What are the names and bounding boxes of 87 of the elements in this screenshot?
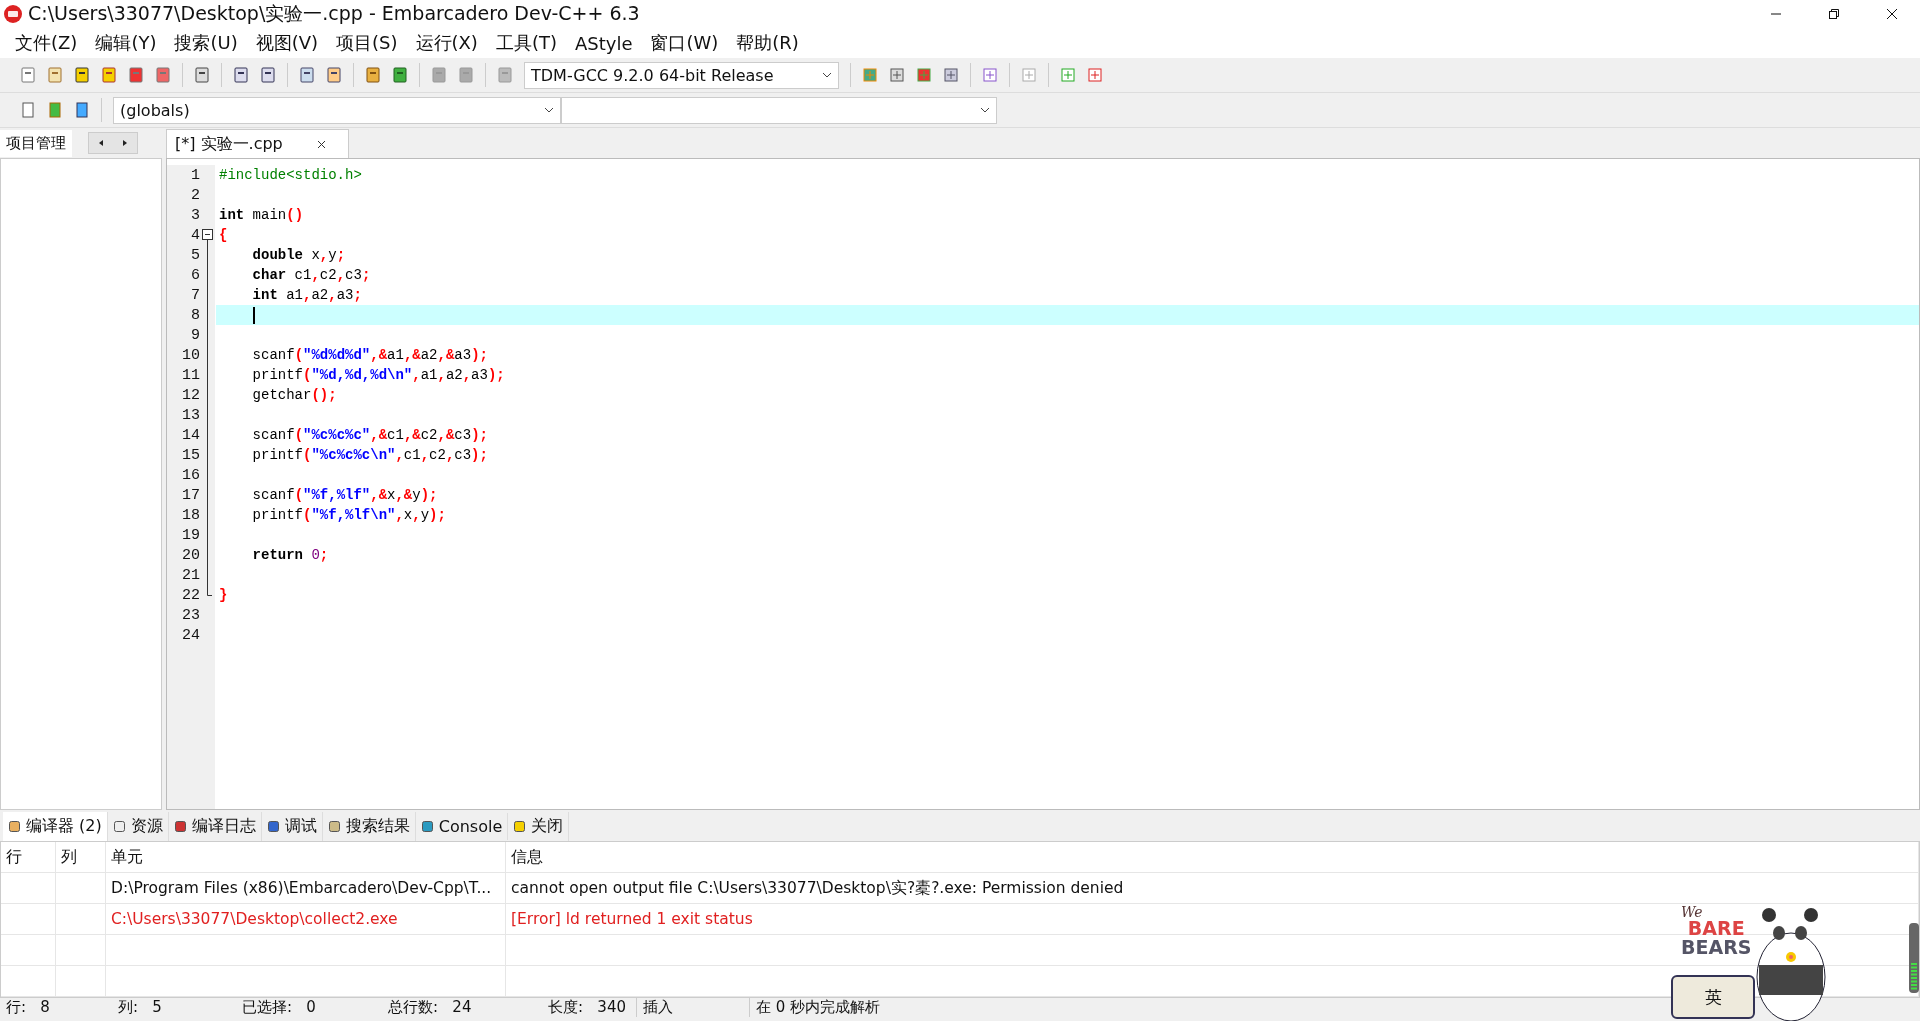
status-item: 已选择: 0 (241, 997, 317, 1017)
line-number: 19 (182, 526, 200, 544)
menu-item[interactable]: 窗口(W) (641, 31, 728, 55)
compiler-select[interactable]: TDM-GCC 9.2.0 64-bit Release (524, 61, 839, 89)
code-line: scanf("%c%c%c",&c1,&c2,&c3); (251, 427, 488, 443)
output-tab[interactable]: Console (415, 813, 509, 840)
chevron-down-icon (822, 72, 832, 78)
line-number: 17 (182, 486, 200, 504)
line-number: 3 (191, 206, 200, 224)
status-item: 长度: 340 (547, 997, 627, 1017)
app-logo-icon (4, 5, 22, 23)
menu-item[interactable]: 视图(V) (246, 31, 328, 55)
scroll-right-icon[interactable] (121, 139, 129, 147)
code-line: scanf("%f,%lf",&x,&y); (251, 487, 438, 503)
status-item: 插入 (636, 997, 750, 1017)
code-line: { (219, 227, 228, 243)
line-number: 18 (182, 506, 200, 524)
code-line: char c1,c2,c3; (251, 267, 371, 283)
line-number: 5 (191, 246, 200, 264)
code-line: printf("%f,%lf\n",x,y); (251, 507, 446, 523)
code-line: #include<stdio.h> (219, 167, 362, 183)
column-header[interactable]: 列 (56, 842, 106, 872)
logo-text: BEARS (1681, 938, 1752, 957)
column-header[interactable]: 行 (1, 842, 56, 872)
output-tab[interactable]: 编译器 (2) (3, 812, 108, 841)
chevron-down-icon (980, 107, 990, 113)
window-title: C:\Users\33077\Desktop\实验一.cpp - Embarcadero Dev-C++ 6.3 (28, 1, 641, 26)
restore-icon[interactable] (1828, 8, 1840, 20)
chevron-down-icon (544, 107, 554, 113)
code-line: printf("%d,%d,%d\n",a1,a2,a3); (251, 367, 505, 383)
volume-meter-drawing (1909, 923, 1919, 993)
line-number: 21 (182, 566, 200, 584)
code-line: double x,y; (251, 247, 346, 263)
line-number: 8 (191, 306, 200, 324)
status-item: 总行数: 24 (387, 997, 473, 1017)
code-line: int main() (219, 207, 304, 223)
line-number: 4 (191, 226, 200, 244)
line-number: 15 (182, 446, 200, 464)
input-mode-panel[interactable]: 英 (1671, 975, 1755, 1019)
line-number: 2 (191, 186, 200, 204)
menu-item[interactable]: 工具(T) (486, 31, 566, 55)
code-line: printf("%c%c%c\n",c1,c2,c3); (251, 447, 488, 463)
input-mode-label[interactable]: 英 (1704, 985, 1722, 1009)
class-select[interactable]: (globals) (113, 96, 561, 124)
line-number: 13 (182, 406, 200, 424)
table-cell: cannot open output file C:\Users\33077\Desktop\实?橐?.exe: Permission denied (506, 873, 1919, 903)
column-header[interactable]: 信息 (506, 842, 1919, 872)
line-number: 6 (191, 266, 200, 284)
status-item: 在 0 秒内完成解析 (755, 997, 882, 1017)
line-number: 7 (191, 286, 200, 304)
code-line: } (219, 587, 228, 603)
status-item: 列: 5 (117, 997, 163, 1017)
menu-item[interactable]: 搜索(U) (165, 31, 247, 55)
logo-text: BARE (1687, 919, 1745, 938)
logo-text: We (1681, 905, 1703, 919)
code-line: int a1,a2,a3; (251, 287, 362, 303)
table-cell: C:\Users\33077\Desktop\collect2.exe (106, 904, 506, 934)
line-number: 16 (182, 466, 200, 484)
line-number: 14 (182, 426, 200, 444)
status-item: 行: 8 (5, 997, 51, 1017)
menu-item[interactable]: 文件(Z) (6, 31, 87, 55)
line-number: 10 (182, 346, 200, 364)
line-number: 23 (182, 606, 200, 624)
menu-item[interactable]: 帮助(R) (727, 31, 808, 55)
line-number: 1 (191, 166, 200, 184)
line-number: 20 (182, 546, 200, 564)
menu-item[interactable]: 编辑(Y) (86, 31, 166, 55)
line-number: 24 (182, 626, 200, 644)
code-line: scanf("%d%d%d",&a1,&a2,&a3); (251, 347, 488, 363)
editor-tab[interactable]: [*] 实验一.cpp (166, 129, 349, 158)
scroll-left-icon[interactable] (97, 139, 105, 147)
column-header[interactable]: 单元 (106, 842, 506, 872)
menu-item[interactable]: AStyle (565, 32, 642, 54)
menu-item[interactable]: 运行(X) (406, 31, 487, 55)
fold-end-line (207, 585, 213, 596)
text-cursor (253, 306, 255, 324)
menu-item[interactable]: 项目(S) (327, 31, 407, 55)
table-cell: D:\Program Files (x86)\Embarcadero\Dev-Cpp\T... (106, 873, 506, 903)
line-number: 22 (182, 586, 200, 604)
code-line: return 0; (251, 547, 329, 563)
line-number: 11 (182, 366, 200, 384)
code-line: getchar(); (251, 387, 337, 403)
close-icon[interactable] (1886, 8, 1898, 20)
line-number: 12 (182, 386, 200, 404)
line-number: 9 (191, 326, 200, 344)
panel-tab[interactable]: 项目管理 (0, 129, 72, 157)
close-icon[interactable] (316, 139, 326, 149)
